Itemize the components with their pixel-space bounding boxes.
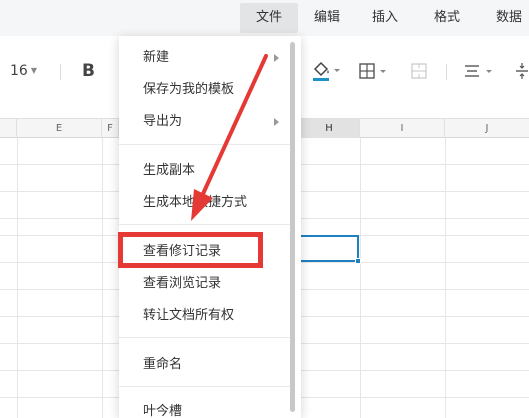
menu-format[interactable]: 格式 [424,3,470,33]
file-menu-dropdown: 新建 保存为我的模板 导出为 生成副本 生成本地快捷方式 查看修订记录 查看浏览… [119,36,301,418]
paint-bucket-icon [313,61,340,81]
align-button[interactable] [462,60,496,82]
menu-item-export-as[interactable]: 导出为 [143,108,182,136]
column-header-j[interactable]: J [445,119,529,138]
menu-data[interactable]: 数据 [486,3,529,33]
menu-divider [119,224,291,225]
column-header-i[interactable]: I [360,119,445,138]
grid-line [102,138,103,418]
menu-divider [119,337,291,338]
bold-button[interactable]: B [82,60,95,82]
font-size-value: 16 [10,63,28,79]
vertical-align-button[interactable] [514,60,529,82]
merge-cells-button[interactable] [410,60,430,82]
borders-button[interactable] [358,60,390,82]
chevron-down-icon: ▼ [30,66,37,75]
grid-line [360,138,361,418]
grid-line [17,138,18,418]
grid-line [445,138,446,418]
chevron-right-icon [274,118,279,126]
column-header-e[interactable]: E [17,119,102,138]
column-header-f[interactable]: F [102,119,119,138]
selected-cell[interactable] [299,235,359,262]
menu-item-save-as-template[interactable]: 保存为我的模板 [143,76,234,104]
menu-item-new[interactable]: 新建 [143,44,169,72]
fill-color-button[interactable] [312,60,342,82]
menu-divider [119,144,291,145]
vertical-align-icon [516,63,528,79]
font-size-select[interactable]: 16 ▼ [10,60,37,82]
menu-item-create-local-shortcut[interactable]: 生成本地快捷方式 [143,189,247,217]
column-header [0,119,17,138]
toolbar-divider [446,64,447,80]
menu-scrollbar[interactable] [290,42,295,412]
menu-item-make-copy[interactable]: 生成副本 [143,157,195,185]
menu-item-transfer-ownership[interactable]: 转让文档所有权 [143,302,234,330]
menu-item-rename[interactable]: 重命名 [143,351,182,379]
merge-cells-icon [411,63,427,79]
chevron-right-icon [274,54,279,62]
column-header-h[interactable]: H [299,119,360,138]
align-center-icon [465,65,492,77]
border-grid-icon [359,63,386,79]
menu-divider [119,386,291,387]
annotation-highlight-box [118,232,263,268]
menu-edit[interactable]: 编辑 [304,3,350,33]
menu-item-partial[interactable]: 叶今槽 [143,398,182,418]
toolbar-divider [60,64,61,80]
menu-insert[interactable]: 插入 [362,3,408,33]
fill-handle[interactable] [355,258,361,264]
menu-bar: 文件 编辑 插入 格式 数据 [0,0,529,36]
menu-file[interactable]: 文件 [240,3,298,33]
menu-item-view-browse-history[interactable]: 查看浏览记录 [143,270,221,298]
